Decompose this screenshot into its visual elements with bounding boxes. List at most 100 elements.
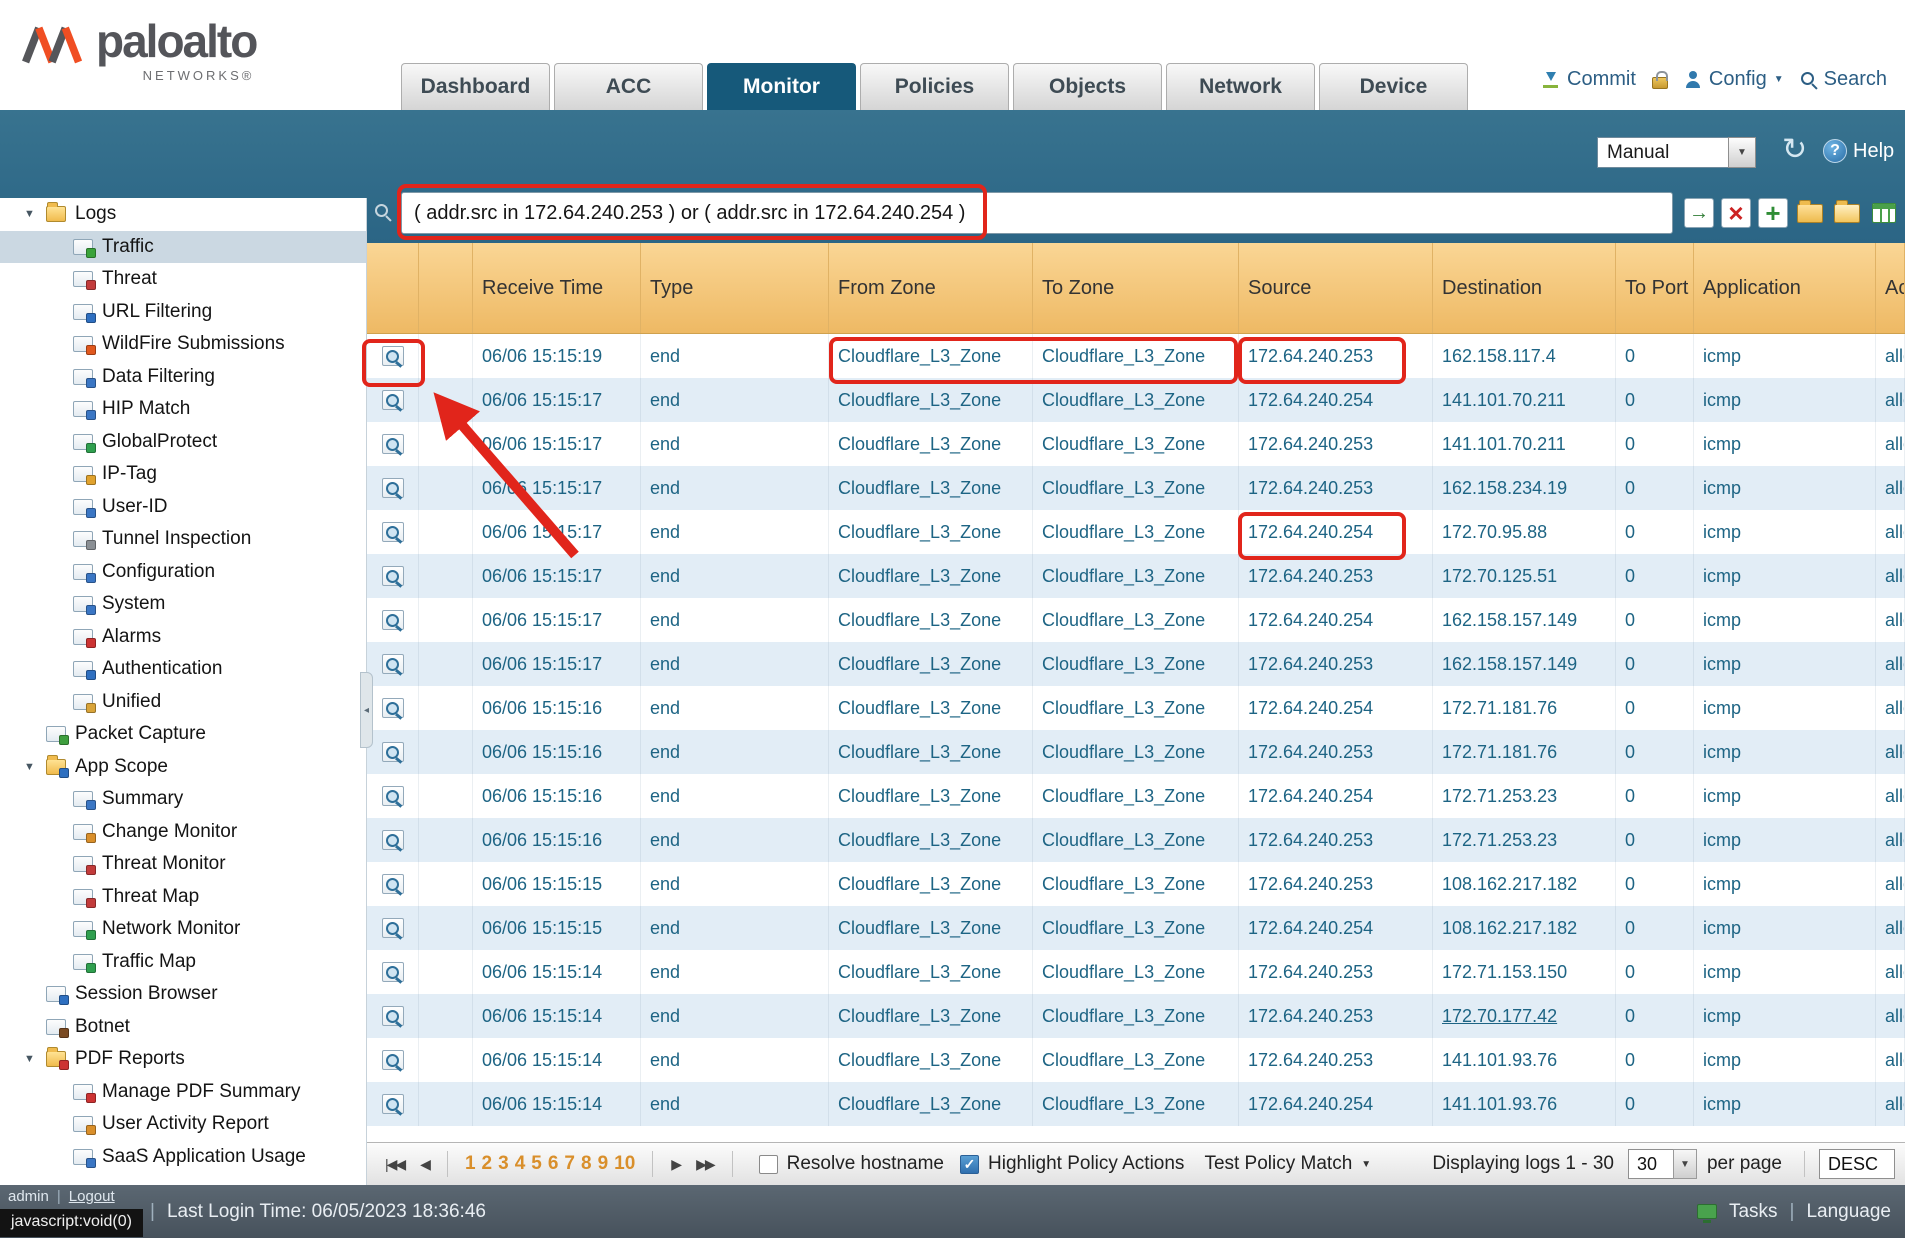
load-filter-button[interactable] [1832,198,1862,228]
cell-value-destination[interactable]: 172.70.177.42 [1442,1006,1557,1027]
sidebar-item-hip-match[interactable]: HIP Match [0,393,366,426]
log-detail-icon[interactable] [382,478,404,498]
config-button[interactable]: Config ▼ [1684,68,1784,91]
sort-order-select[interactable]: DESC [1819,1149,1895,1179]
tasks-button[interactable]: Tasks [1729,1201,1778,1223]
column-header-destination[interactable]: Destination [1433,243,1616,333]
tab-network[interactable]: Network [1166,63,1315,110]
sidebar-item-manage-pdf-summary[interactable]: Manage PDF Summary [0,1076,366,1109]
tab-objects[interactable]: Objects [1013,63,1162,110]
sidebar-item-url-filtering[interactable]: URL Filtering [0,296,366,329]
log-detail-icon[interactable] [382,390,404,410]
expander-icon[interactable]: ▼ [24,761,46,773]
log-detail-icon[interactable] [382,698,404,718]
log-row[interactable]: 06/06 15:15:16endCloudflare_L3_ZoneCloud… [367,774,1905,818]
sidebar-item-app-scope[interactable]: ▼App Scope [0,751,366,784]
sidebar-item-wildfire-submissions[interactable]: WildFire Submissions [0,328,366,361]
clear-filter-button[interactable]: × [1721,198,1751,228]
add-filter-button[interactable]: + [1758,198,1788,228]
log-row[interactable]: 06/06 15:15:17endCloudflare_L3_ZoneCloud… [367,378,1905,422]
sidebar-item-session-browser[interactable]: Session Browser [0,978,366,1011]
sidebar-item-threat-monitor[interactable]: Threat Monitor [0,848,366,881]
log-detail-icon[interactable] [382,654,404,674]
last-page-button[interactable]: ▶▶ [696,1156,714,1173]
sidebar-item-tunnel-inspection[interactable]: Tunnel Inspection [0,523,366,556]
tab-monitor[interactable]: Monitor [707,63,856,110]
commit-button[interactable]: Commit [1542,68,1636,91]
page-number-6[interactable]: 6 [548,1153,559,1175]
log-detail-icon[interactable] [382,918,404,938]
apply-filter-button[interactable]: → [1684,198,1714,228]
sidebar-item-configuration[interactable]: Configuration [0,556,366,589]
sidebar-item-user-activity-report[interactable]: User Activity Report [0,1108,366,1141]
log-row[interactable]: 06/06 15:15:15endCloudflare_L3_ZoneCloud… [367,906,1905,950]
page-number-3[interactable]: 3 [498,1153,509,1175]
column-header-type[interactable]: Type [641,243,829,333]
sidebar-collapse-handle[interactable]: ◂ [360,672,373,748]
sidebar-item-authentication[interactable]: Authentication [0,653,366,686]
log-detail-icon[interactable] [382,1050,404,1070]
log-row[interactable]: 06/06 15:15:17endCloudflare_L3_ZoneCloud… [367,598,1905,642]
column-header-receive-time[interactable]: Receive Time [473,243,641,333]
log-detail-icon[interactable] [382,522,404,542]
log-row[interactable]: 06/06 15:15:17endCloudflare_L3_ZoneCloud… [367,422,1905,466]
per-page-dropdown-button[interactable]: ▼ [1673,1149,1697,1179]
log-filter-input[interactable] [401,192,1673,234]
logout-link[interactable]: Logout [69,1188,115,1205]
language-button[interactable]: Language [1806,1201,1891,1223]
page-number-5[interactable]: 5 [531,1153,542,1175]
column-header-application[interactable]: Application [1694,243,1876,333]
expander-icon[interactable]: ▼ [24,208,46,220]
sidebar-item-pdf-reports[interactable]: ▼PDF Reports [0,1043,366,1076]
sidebar-item-summary[interactable]: Summary [0,783,366,816]
lock-icon[interactable] [1652,77,1668,89]
tab-policies[interactable]: Policies [860,63,1009,110]
log-detail-icon[interactable] [382,566,404,586]
refresh-mode-dropdown-button[interactable]: ▼ [1728,137,1756,168]
column-header-to-zone[interactable]: To Zone [1033,243,1239,333]
expander-icon[interactable]: ▼ [24,1053,46,1065]
log-detail-icon[interactable] [382,742,404,762]
search-button[interactable]: Search [1800,68,1887,91]
log-row[interactable]: 06/06 15:15:14endCloudflare_L3_ZoneCloud… [367,950,1905,994]
sidebar-item-saas-application-usage[interactable]: SaaS Application Usage [0,1141,366,1174]
page-number-8[interactable]: 8 [581,1153,592,1175]
log-detail-icon[interactable] [382,962,404,982]
highlight-policy-actions-checkbox[interactable]: ✓ [960,1155,979,1174]
page-number-4[interactable]: 4 [515,1153,526,1175]
log-row[interactable]: 06/06 15:15:14endCloudflare_L3_ZoneCloud… [367,1038,1905,1082]
sidebar-item-packet-capture[interactable]: Packet Capture [0,718,366,751]
column-header-action[interactable]: Action [1876,243,1905,333]
sidebar-item-system[interactable]: System [0,588,366,621]
log-row[interactable]: 06/06 15:15:17endCloudflare_L3_ZoneCloud… [367,510,1905,554]
tab-device[interactable]: Device [1319,63,1468,110]
column-header-to-port[interactable]: To Port [1616,243,1694,333]
page-number-10[interactable]: 10 [614,1153,635,1175]
test-policy-match-button[interactable]: Test Policy Match ▼ [1204,1153,1371,1175]
log-row[interactable]: 06/06 15:15:14endCloudflare_L3_ZoneCloud… [367,1082,1905,1126]
tab-acc[interactable]: ACC [554,63,703,110]
log-row[interactable]: 06/06 15:15:17endCloudflare_L3_ZoneCloud… [367,642,1905,686]
log-detail-icon[interactable] [382,786,404,806]
log-detail-icon[interactable] [382,830,404,850]
sidebar-item-traffic[interactable]: Traffic [0,231,366,264]
log-detail-icon[interactable] [382,346,404,366]
log-row[interactable]: 06/06 15:15:17endCloudflare_L3_ZoneCloud… [367,554,1905,598]
log-row[interactable]: 06/06 15:15:16endCloudflare_L3_ZoneCloud… [367,818,1905,862]
sidebar-item-unified[interactable]: Unified [0,686,366,719]
log-row[interactable]: 06/06 15:15:16endCloudflare_L3_ZoneCloud… [367,730,1905,774]
sidebar-item-botnet[interactable]: Botnet [0,1011,366,1044]
sidebar-item-network-monitor[interactable]: Network Monitor [0,913,366,946]
log-detail-icon[interactable] [382,874,404,894]
next-page-button[interactable]: ▶ [671,1156,680,1173]
sidebar-item-traffic-map[interactable]: Traffic Map [0,946,366,979]
sidebar-item-threat-map[interactable]: Threat Map [0,881,366,914]
page-number-2[interactable]: 2 [482,1153,493,1175]
sidebar-item-data-filtering[interactable]: Data Filtering [0,361,366,394]
page-number-1[interactable]: 1 [465,1153,476,1175]
page-number-7[interactable]: 7 [564,1153,575,1175]
help-button[interactable]: ? Help [1823,139,1894,163]
sidebar-item-globalprotect[interactable]: GlobalProtect [0,426,366,459]
sidebar-item-change-monitor[interactable]: Change Monitor [0,816,366,849]
log-detail-icon[interactable] [382,434,404,454]
